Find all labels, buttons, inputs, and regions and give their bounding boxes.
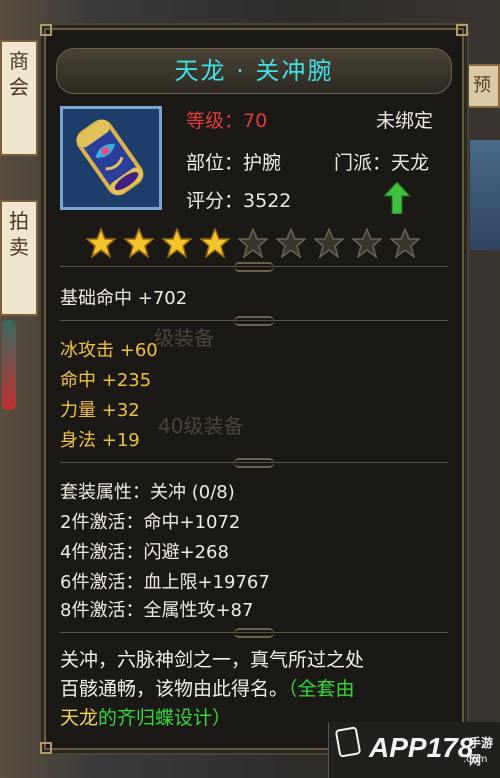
attr-value: +60: [119, 340, 158, 361]
star-empty-icon: [390, 228, 420, 258]
star-empty-icon: [276, 228, 306, 258]
item-description: 关冲，六脉神剑之一，真气所过之处 百骸通畅，该物由此得名。（全套由 天龙的齐归蝶…: [60, 646, 452, 733]
desc-line-2-green: （全套由: [288, 678, 355, 700]
attr-name: 身法: [60, 430, 96, 451]
item-name: 天龙 · 关冲腕: [174, 57, 334, 85]
desc-line-1: 关冲，六脉神剑之一，真气所过之处: [60, 649, 365, 671]
star-empty-icon: [352, 228, 382, 258]
ghost-text: 级装备: [154, 326, 214, 350]
lantern-decoration: [2, 320, 16, 410]
set-bonus: 6件激活：血上限+19767: [60, 572, 270, 593]
preview-button-label: 预: [473, 75, 491, 96]
title-bar: 天龙 · 关冲腕: [56, 48, 452, 94]
attr-name: 冰攻击: [60, 340, 114, 361]
set-progress: (0/8): [191, 482, 235, 503]
set-bonus: 4件激活：闪避+268: [60, 542, 229, 563]
item-icon-frame[interactable]: [60, 106, 162, 210]
star-empty-icon: [314, 228, 344, 258]
attr-value: +32: [101, 400, 140, 421]
star-empty-icon: [238, 228, 268, 258]
attr-value: +235: [101, 370, 152, 391]
watermark-domain: .com: [463, 754, 488, 765]
level-label: 等级：: [186, 110, 244, 132]
background-panel: [470, 140, 500, 250]
corner-ornament: [40, 742, 52, 754]
sign-text-bottom: 拍 卖: [9, 209, 29, 259]
desc-line-2-text: 百骸通畅，该物由此得名。: [60, 678, 289, 700]
divider: [60, 628, 448, 638]
set-header: 套装属性：关冲 (0/8): [60, 478, 235, 504]
desc-line-3-green: 的齐归蝶设计）: [98, 707, 232, 729]
level-row: 等级：70: [186, 106, 267, 133]
preview-button[interactable]: 预: [464, 64, 500, 108]
upgrade-arrow-icon: [384, 182, 410, 214]
divider: [60, 458, 448, 468]
base-attribute: 基础命中 +702: [60, 284, 187, 310]
bind-status: 未绑定: [376, 110, 434, 132]
corner-ornament: [40, 24, 52, 36]
corner-ornament: [456, 24, 468, 36]
attr-name: 力量: [60, 400, 96, 421]
base-attr-name: 基础命中: [60, 288, 132, 309]
extra-attribute: 命中 +235: [60, 366, 151, 392]
star-filled-icon: [200, 228, 230, 258]
watermark-text: APP178: [369, 732, 474, 763]
item-tooltip: 天龙 · 关冲腕 等级：70 未绑定 部位：护腕 门派：天龙 评分：3522 基…: [40, 24, 468, 754]
bracer-icon: [63, 109, 159, 207]
slot: 部位：护腕: [186, 152, 282, 174]
divider: [60, 316, 448, 326]
auction-sign[interactable]: 拍 卖: [0, 200, 38, 316]
set-bonus: 2件激活：命中+1072: [60, 512, 241, 533]
sign-text-top: 商 会: [9, 49, 29, 99]
ghost-text: 40级装备: [158, 414, 244, 438]
star-filled-icon: [124, 228, 154, 258]
divider: [60, 262, 448, 272]
extra-attribute: 身法 +19: [60, 426, 140, 452]
phone-logo-icon: [334, 726, 362, 758]
desc-line-2: 百骸通畅，该物由此得名。（全套由: [60, 675, 452, 704]
extra-attribute: 力量 +32: [60, 396, 140, 422]
set-bonus: 8件激活：全属性攻+87: [60, 600, 254, 621]
watermark: APP178 手游网 .com: [328, 722, 500, 778]
desc-designer-school: 天龙: [60, 707, 99, 729]
score-row: 评分：3522: [186, 186, 291, 213]
star-filled-icon: [86, 228, 116, 258]
level-value: 70: [243, 110, 268, 132]
school: 门派：天龙: [334, 152, 430, 174]
attr-name: 命中: [60, 370, 96, 391]
score-label: 评分：: [186, 190, 244, 212]
extra-attribute: 冰攻击 +60: [60, 336, 158, 362]
set-name: 套装属性：关冲: [60, 482, 186, 503]
base-attr-value: +702: [137, 288, 188, 309]
chamber-of-commerce-sign[interactable]: 商 会: [0, 40, 38, 156]
score-value: 3522: [243, 190, 292, 212]
star-filled-icon: [162, 228, 192, 258]
attr-value: +19: [101, 430, 140, 451]
